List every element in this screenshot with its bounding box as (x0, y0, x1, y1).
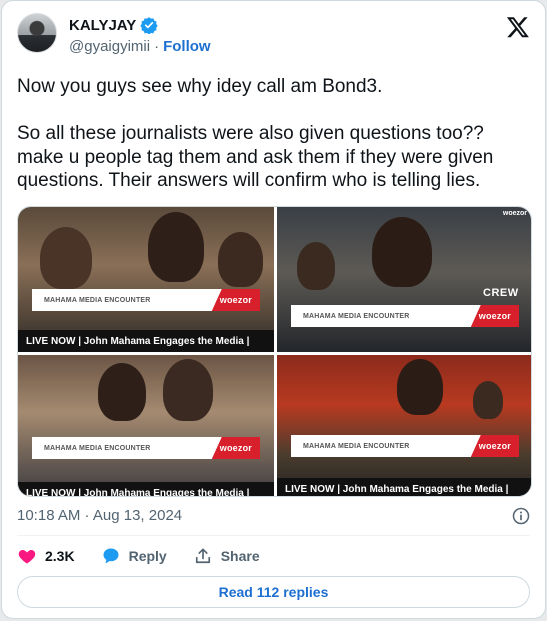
woezor-brand-logo: woezor (470, 305, 519, 327)
display-name[interactable]: KALYJAY (69, 17, 136, 34)
share-icon (195, 548, 210, 564)
woezor-brand-logo: woezor (470, 435, 519, 457)
x-logo-icon[interactable] (506, 15, 530, 39)
action-bar: 2.3K Reply Share (17, 544, 286, 568)
reply-label: Reply (128, 548, 167, 564)
crew-text: CREW (483, 287, 519, 299)
reply-button[interactable]: Reply (101, 546, 167, 566)
audience-figure (40, 227, 92, 289)
corner-logo: woezor (502, 210, 527, 217)
tweet-card: KALYJAY @gyaigyimii · Follow Now you guy… (1, 0, 546, 619)
audience-figure (148, 212, 204, 282)
audience-figure (297, 242, 335, 290)
tweet-header: KALYJAY @gyaigyimii · Follow (17, 13, 530, 63)
handle[interactable]: @gyaigyimii (69, 38, 150, 55)
media-grid: MAHAMA MEDIA ENCOUNTER woezor LIVE NOW |… (17, 206, 532, 497)
read-replies-button[interactable]: Read 112 replies (17, 576, 530, 608)
divider (17, 535, 530, 536)
share-label: Share (220, 548, 260, 564)
media-image-3[interactable]: MAHAMA MEDIA ENCOUNTER woezor LIVE NOW |… (18, 355, 274, 496)
avatar[interactable] (17, 13, 57, 53)
program-banner: MAHAMA MEDIA ENCOUNTER woezor (32, 289, 260, 311)
media-image-2[interactable]: woezor CREW MAHAMA MEDIA ENCOUNTER woezo… (277, 207, 531, 352)
info-icon[interactable] (511, 506, 531, 526)
live-ticker: LIVE NOW | John Mahama Engages the Media… (18, 482, 274, 496)
separator: · (154, 38, 160, 55)
tweet-timestamp[interactable]: 10:18 AM · Aug 13, 2024 (17, 507, 182, 524)
program-banner: MAHAMA MEDIA ENCOUNTER woezor (291, 435, 519, 457)
follow-button[interactable]: Follow (163, 38, 211, 55)
media-image-1[interactable]: MAHAMA MEDIA ENCOUNTER woezor LIVE NOW |… (18, 207, 274, 352)
audience-figure (372, 217, 432, 287)
verified-badge-icon (140, 16, 158, 34)
woezor-brand-logo: woezor (211, 437, 260, 459)
audience-figure (163, 359, 213, 421)
program-banner: MAHAMA MEDIA ENCOUNTER woezor (32, 437, 260, 459)
program-banner: MAHAMA MEDIA ENCOUNTER woezor (291, 305, 519, 327)
media-image-4[interactable]: MAHAMA MEDIA ENCOUNTER woezor LIVE NOW |… (277, 355, 531, 496)
audience-figure (473, 381, 503, 419)
share-button[interactable]: Share (193, 546, 260, 566)
like-button[interactable]: 2.3K (17, 546, 75, 566)
audience-figure (98, 363, 146, 421)
live-ticker: LIVE NOW | John Mahama Engages the Media… (18, 330, 274, 352)
speech-bubble-icon (103, 548, 119, 564)
handle-row: @gyaigyimii · Follow (69, 38, 211, 55)
speaker-figure (397, 359, 443, 415)
audience-figure (218, 232, 263, 287)
heart-icon (18, 550, 36, 564)
name-row: KALYJAY (69, 16, 158, 34)
woezor-brand-logo: woezor (211, 289, 260, 311)
tweet-text: Now you guys see why idey call am Bond3.… (17, 76, 494, 191)
like-count: 2.3K (45, 548, 75, 564)
live-ticker: LIVE NOW | John Mahama Engages the Media… (277, 478, 531, 496)
